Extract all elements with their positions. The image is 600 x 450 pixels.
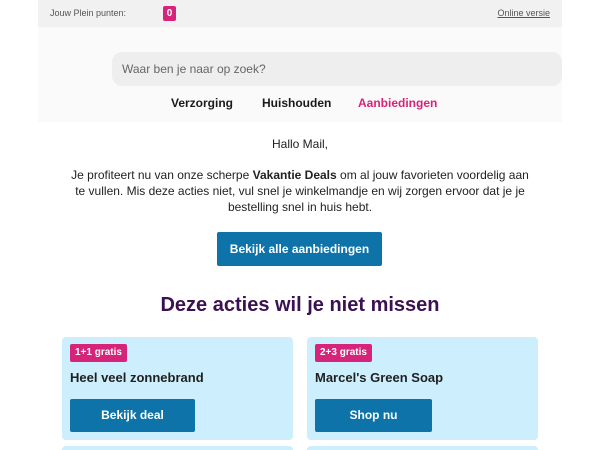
- deal-badge: 1+1 gratis: [70, 344, 127, 362]
- intro-text-highlight: Vakantie Deals: [252, 168, 337, 182]
- nav-item-huishouden[interactable]: Huishouden: [262, 96, 331, 110]
- view-all-deals-button[interactable]: Bekijk alle aanbiedingen: [217, 232, 382, 266]
- points-badge: 0: [163, 6, 176, 21]
- deal-title: Heel veel zonnebrand: [70, 370, 204, 385]
- nav-item-verzorging[interactable]: Verzorging: [171, 96, 233, 110]
- deal-card: 2+3 gratis Marcel's Green Soap Shop nu: [307, 337, 538, 440]
- intro-text: Je profiteert nu van onze scherpe Vakant…: [66, 167, 534, 215]
- greeting: Hallo Mail,: [271, 137, 328, 151]
- search-input[interactable]: [112, 52, 562, 86]
- intro-text-start: Je profiteert nu van onze scherpe: [71, 168, 253, 182]
- next-deal-card-edge: [62, 446, 293, 450]
- deal-title: Marcel's Green Soap: [315, 370, 444, 385]
- deal-badge: 2+3 gratis: [315, 344, 372, 362]
- view-deal-button[interactable]: Bekijk deal: [70, 399, 195, 432]
- category-nav: Verzorging Huishouden Aanbiedingen: [0, 96, 600, 112]
- nav-item-aanbiedingen[interactable]: Aanbiedingen: [358, 96, 437, 110]
- online-version-link[interactable]: Online versie: [497, 8, 550, 18]
- next-deal-card-edge: [307, 446, 538, 450]
- points-label: Jouw Plein punten:: [50, 8, 127, 18]
- section-title: Deze acties wil je niet missen: [160, 294, 440, 316]
- top-bar: Jouw Plein punten: 0 Online versie: [38, 0, 562, 27]
- deal-card: 1+1 gratis Heel veel zonnebrand Bekijk d…: [62, 337, 293, 440]
- shop-now-button[interactable]: Shop nu: [315, 399, 432, 432]
